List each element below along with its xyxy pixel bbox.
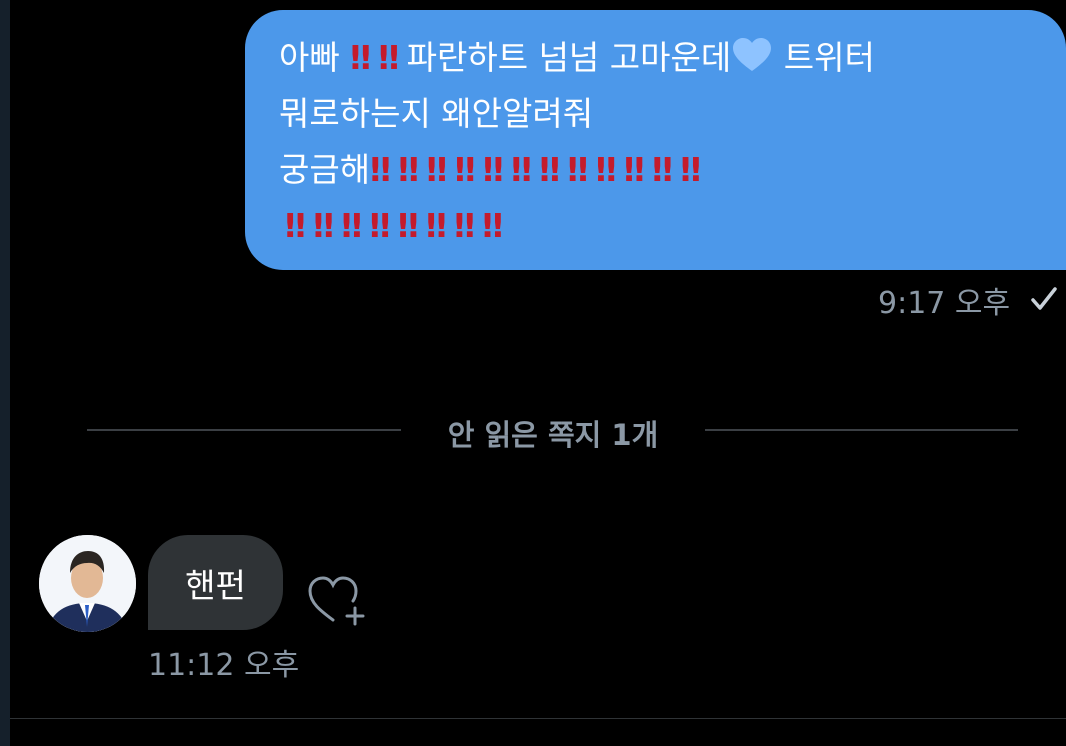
double-exclamation-icon: ‼	[341, 206, 362, 245]
received-message-timestamp: 11:12 오후	[148, 648, 300, 683]
double-exclamation-icon: ‼	[369, 206, 391, 245]
double-exclamation-icon: ‼	[652, 150, 673, 189]
text-segment: 궁금해	[279, 150, 371, 189]
double-exclamation-icon: ‼	[454, 206, 475, 245]
text-segment: 파란하트 넘넘 고마운데	[406, 38, 732, 77]
text-segment: 트위터	[783, 38, 875, 77]
double-exclamation-icon: ‼	[350, 38, 371, 77]
double-exclamation-icon: ‼	[680, 150, 701, 189]
composer-divider	[10, 718, 1066, 719]
unread-divider-line-right	[705, 429, 1018, 431]
received-message-text: 핸펀	[185, 566, 246, 605]
double-exclamation-icon: ‼	[313, 206, 334, 245]
double-exclamation-icon: ‼	[454, 150, 476, 189]
avatar[interactable]	[39, 535, 136, 632]
double-exclamation-icon: ‼	[370, 150, 391, 189]
double-exclamation-icon: ‼	[398, 150, 419, 189]
text-segment: 아빠	[279, 38, 340, 77]
heart-plus-icon[interactable]	[303, 572, 369, 632]
double-exclamation-icon: ‼	[426, 206, 447, 245]
sent-message-line-2: 뭐로하는지 왜안알려줘	[279, 94, 594, 133]
sent-message-line-4: ‼ ‼ ‼ ‼ ‼ ‼ ‼ ‼	[285, 206, 503, 246]
sent-message-line-3: 궁금해‼ ‼ ‼ ‼ ‼ ‼ ‼ ‼ ‼ ‼ ‼ ‼	[279, 150, 701, 190]
double-exclamation-icon: ‼	[285, 206, 306, 245]
unread-divider-line-left	[87, 429, 401, 431]
double-exclamation-icon: ‼	[426, 150, 448, 189]
checkmark-icon	[1030, 286, 1058, 316]
profile-photo-icon	[39, 535, 136, 632]
double-exclamation-icon: ‼	[567, 150, 589, 189]
double-exclamation-icon: ‼	[397, 206, 419, 245]
double-exclamation-icon: ‼	[511, 150, 532, 189]
sent-message-bubble[interactable]: 아빠 ‼ ‼ 파란하트 넘넘 고마운데 트위터 뭐로하는지 왜안알려줘 궁금해‼…	[245, 10, 1066, 270]
sent-message-line-1: 아빠 ‼ ‼ 파란하트 넘넘 고마운데 트위터	[279, 37, 875, 82]
double-exclamation-icon: ‼	[482, 150, 504, 189]
left-edge-strip	[0, 0, 10, 746]
sent-message-timestamp: 9:17 오후	[878, 286, 1011, 321]
double-exclamation-icon: ‼	[482, 206, 503, 245]
unread-divider-label: 안 읽은 쪽지 1개	[447, 418, 659, 452]
double-exclamation-icon: ‼	[595, 150, 617, 189]
double-exclamation-icon: ‼	[539, 150, 560, 189]
received-message-bubble[interactable]: 핸펀	[148, 535, 283, 630]
blue-heart-icon	[731, 37, 773, 82]
double-exclamation-icon: ‼	[623, 150, 645, 189]
double-exclamation-icon: ‼	[378, 38, 399, 77]
